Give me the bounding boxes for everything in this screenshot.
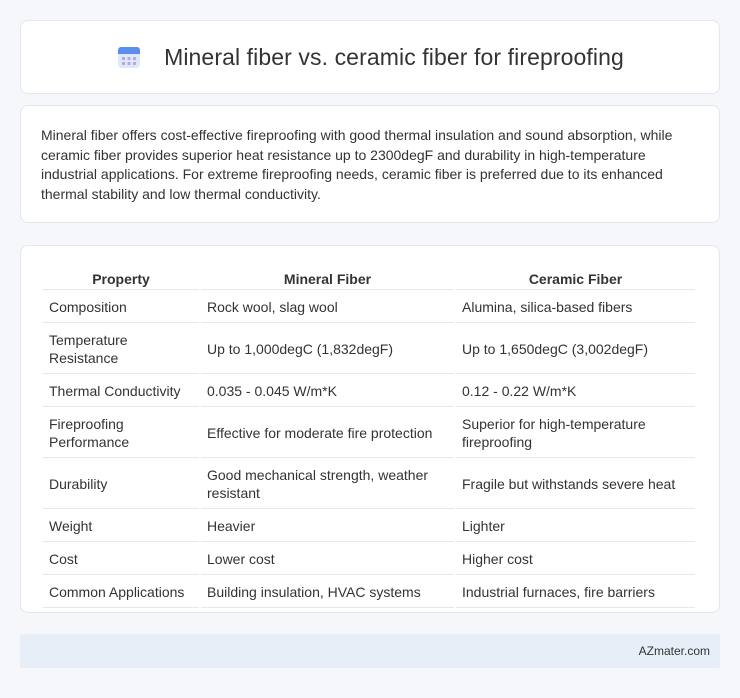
table-row: Weight Heavier Lighter	[43, 511, 695, 542]
table-row: Cost Lower cost Higher cost	[43, 544, 695, 575]
table-row: Thermal Conductivity 0.035 - 0.045 W/m*K…	[43, 376, 695, 407]
row-mineral-value: Rock wool, slag wool	[201, 292, 454, 323]
table-row: Durability Good mechanical strength, wea…	[43, 460, 695, 509]
row-mineral-value: Good mechanical strength, weather resist…	[201, 460, 454, 509]
row-property: Common Applications	[43, 577, 199, 608]
row-property: Durability	[43, 460, 199, 509]
header-mineral-fiber: Mineral Fiber	[201, 268, 454, 290]
table-row: Composition Rock wool, slag wool Alumina…	[43, 292, 695, 323]
row-ceramic-value: 0.12 - 0.22 W/m*K	[456, 376, 695, 407]
row-ceramic-value: Fragile but withstands severe heat	[456, 460, 695, 509]
comparison-table-card: Property Mineral Fiber Ceramic Fiber Com…	[20, 245, 720, 613]
row-ceramic-value: Industrial furnaces, fire barriers	[456, 577, 695, 608]
row-mineral-value: Heavier	[201, 511, 454, 542]
footer-brand[interactable]: AZmater.com	[639, 644, 710, 658]
table-header-row: Property Mineral Fiber Ceramic Fiber	[43, 268, 695, 290]
row-property: Weight	[43, 511, 199, 542]
row-ceramic-value: Alumina, silica-based fibers	[456, 292, 695, 323]
header-ceramic-fiber: Ceramic Fiber	[456, 268, 695, 290]
title-card: Mineral fiber vs. ceramic fiber for fire…	[20, 20, 720, 94]
row-property: Thermal Conductivity	[43, 376, 199, 407]
row-mineral-value: 0.035 - 0.045 W/m*K	[201, 376, 454, 407]
row-property: Fireproofing Performance	[43, 409, 199, 458]
row-mineral-value: Building insulation, HVAC systems	[201, 577, 454, 608]
row-property: Cost	[43, 544, 199, 575]
calendar-icon	[118, 47, 141, 68]
page-title: Mineral fiber vs. ceramic fiber for fire…	[164, 43, 624, 70]
summary-text: Mineral fiber offers cost-effective fire…	[41, 127, 673, 202]
row-ceramic-value: Superior for high-temperature fireproofi…	[456, 409, 695, 458]
row-mineral-value: Lower cost	[201, 544, 454, 575]
table-row: Temperature Resistance Up to 1,000degC (…	[43, 325, 695, 374]
row-mineral-value: Up to 1,000degC (1,832degF)	[201, 325, 454, 374]
comparison-table: Property Mineral Fiber Ceramic Fiber Com…	[41, 266, 697, 610]
summary-card: Mineral fiber offers cost-effective fire…	[20, 105, 720, 223]
table-row: Common Applications Building insulation,…	[43, 577, 695, 608]
footer-bar: AZmater.com	[20, 634, 720, 668]
row-property: Temperature Resistance	[43, 325, 199, 374]
row-ceramic-value: Higher cost	[456, 544, 695, 575]
row-ceramic-value: Lighter	[456, 511, 695, 542]
row-mineral-value: Effective for moderate fire protection	[201, 409, 454, 458]
row-property: Composition	[43, 292, 199, 323]
table-row: Fireproofing Performance Effective for m…	[43, 409, 695, 458]
row-ceramic-value: Up to 1,650degC (3,002degF)	[456, 325, 695, 374]
header-property: Property	[43, 268, 199, 290]
